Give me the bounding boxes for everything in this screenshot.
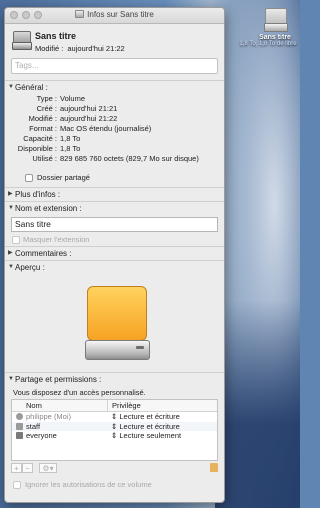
hide-extension-label: Masquer l'extension xyxy=(23,235,90,244)
permissions-table: Nom Privilège philippe (Moi) ⇕ Lecture e… xyxy=(11,399,218,461)
column-header-privilege[interactable]: Privilège xyxy=(108,400,141,411)
disclosure-open-icon[interactable]: ▼ xyxy=(8,373,14,386)
hide-extension-checkbox[interactable] xyxy=(12,236,20,244)
remove-user-button[interactable]: − xyxy=(22,463,33,473)
section-sharing[interactable]: ▼ Partage et permissions : xyxy=(5,373,224,386)
title-bar[interactable]: Infos sur Sans titre xyxy=(5,8,224,24)
section-name-extension[interactable]: ▼ Nom et extension : xyxy=(5,202,224,215)
disclosure-closed-icon[interactable]: ▶ xyxy=(8,247,13,260)
hard-drive-icon xyxy=(263,6,288,32)
desktop-drive-name: Sans titre xyxy=(259,34,291,41)
ignore-permissions-row[interactable]: Ignorer les autorisations de ce volume xyxy=(5,479,224,491)
everyone-icon xyxy=(16,432,23,439)
window-title: Infos sur Sans titre xyxy=(5,10,224,19)
gear-menu-button[interactable]: ⚙▾ xyxy=(39,463,57,473)
table-row[interactable]: philippe (Moi) ⇕ Lecture et écriture xyxy=(12,412,217,422)
external-drive-preview-icon xyxy=(85,284,152,362)
section-general[interactable]: ▼ Général : xyxy=(5,81,224,94)
lock-icon[interactable] xyxy=(210,463,218,472)
ignore-permissions-label: Ignorer les autorisations de ce volume xyxy=(25,480,152,489)
access-text: Vous disposez d'un accès personnalisé. xyxy=(13,388,146,397)
section-more-info[interactable]: ▶ Plus d'infos : xyxy=(5,188,224,201)
privilege-select[interactable]: ⇕ Lecture seulement xyxy=(108,431,181,441)
table-row[interactable]: everyone ⇕ Lecture seulement xyxy=(12,431,217,441)
tags-input[interactable]: Tags... xyxy=(11,58,218,74)
shared-folder-checkbox[interactable] xyxy=(25,174,33,182)
user-icon xyxy=(16,413,23,420)
section-comments[interactable]: ▶ Commentaires : xyxy=(5,247,224,260)
disclosure-open-icon[interactable]: ▼ xyxy=(8,261,14,274)
hide-extension-row[interactable]: Masquer l'extension xyxy=(5,234,224,246)
name-field[interactable]: Sans titre xyxy=(11,217,218,232)
table-row[interactable]: staff ⇕ Lecture et écriture xyxy=(12,421,217,432)
drive-title-icon xyxy=(75,10,85,18)
disclosure-open-icon[interactable]: ▼ xyxy=(8,202,14,215)
permissions-toolbar: + − ⚙▾ xyxy=(11,463,218,477)
desktop-drive-icon[interactable]: Sans titre 1,8 To, 1,8 To de libre xyxy=(239,6,300,47)
general-info: Type : Volume Créé : aujourd'hui 21:21 Mod… xyxy=(17,94,199,163)
modified-line: Modifié : aujourd'hui 21:22 xyxy=(35,44,125,53)
group-icon xyxy=(16,422,23,430)
preview-area xyxy=(5,274,224,369)
privilege-select[interactable]: ⇕ Lecture et écriture xyxy=(108,412,180,422)
volume-name: Sans titre xyxy=(35,31,77,41)
wallpaper-shadow xyxy=(215,300,300,508)
shared-folder-label: Dossier partagé xyxy=(37,173,90,182)
desktop-drive-capacity: 1,8 To, 1,8 To de libre xyxy=(239,41,297,47)
add-user-button[interactable]: + xyxy=(11,463,22,473)
column-header-name[interactable]: Nom xyxy=(12,400,108,411)
disclosure-open-icon[interactable]: ▼ xyxy=(8,81,14,94)
shared-folder-checkbox-row[interactable]: Dossier partagé xyxy=(5,172,224,184)
privilege-select[interactable]: ⇕ Lecture et écriture xyxy=(108,422,180,432)
info-window: Infos sur Sans titre Sans titre Modifié … xyxy=(4,7,225,503)
info-header: Sans titre Modifié : aujourd'hui 21:22 xyxy=(5,24,224,58)
disclosure-closed-icon[interactable]: ▶ xyxy=(8,188,13,201)
section-preview[interactable]: ▼ Aperçu : xyxy=(5,261,224,274)
hard-drive-icon xyxy=(12,30,32,50)
ignore-permissions-checkbox[interactable] xyxy=(13,481,21,489)
